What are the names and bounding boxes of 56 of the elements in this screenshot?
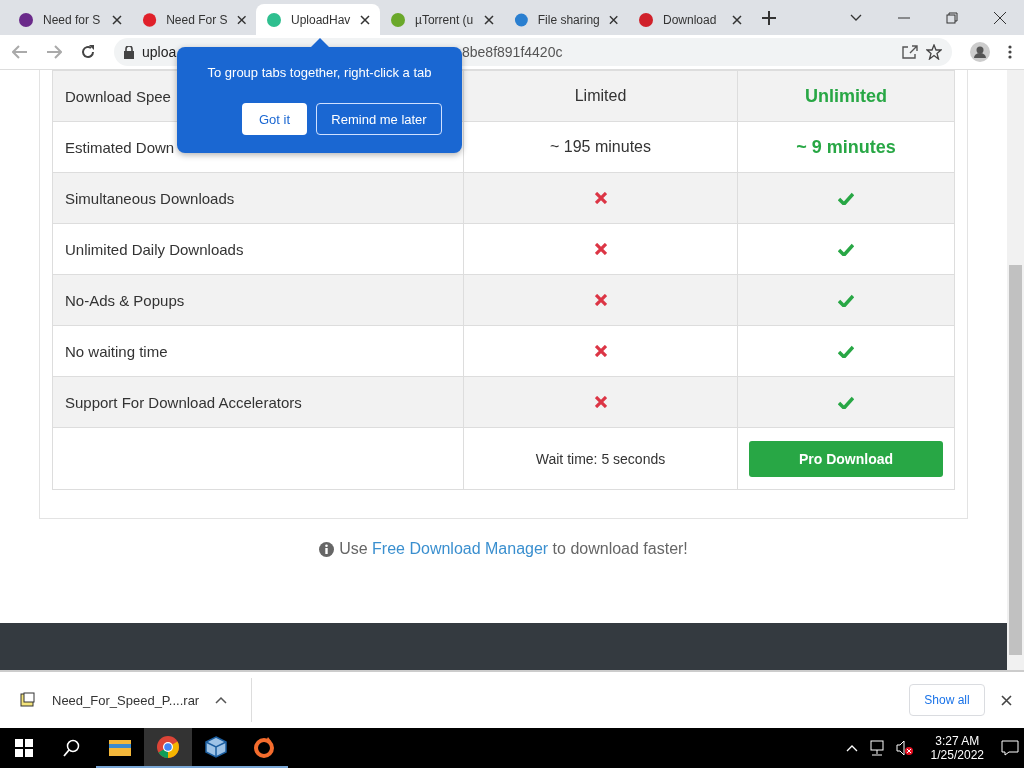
windows-start-icon[interactable] <box>15 739 33 757</box>
show-all-button[interactable]: Show all <box>909 684 985 716</box>
close-icon[interactable] <box>732 14 742 25</box>
close-icon[interactable] <box>112 14 122 25</box>
browser-tab[interactable]: UploadHav <box>256 4 380 35</box>
new-tab-icon[interactable] <box>762 10 776 25</box>
minimize-icon[interactable] <box>898 16 910 19</box>
table-cell: Support For Download Accelerators <box>53 377 464 427</box>
close-icon[interactable] <box>484 14 494 25</box>
download-manager-link[interactable]: Free Download Manager <box>372 540 549 557</box>
close-icon[interactable] <box>1001 694 1012 706</box>
remind-later-button[interactable]: Remind me later <box>316 103 442 135</box>
close-icon[interactable] <box>994 11 1006 24</box>
menu-icon[interactable] <box>1008 45 1012 59</box>
table-cell-text: ~ 9 minutes <box>795 135 897 159</box>
tab-favicon-icon <box>514 11 529 28</box>
wait-time-text: Wait time: 5 seconds <box>464 428 738 489</box>
table-cell: Limited <box>464 71 738 121</box>
clock-time[interactable]: 3:27 AM <box>935 734 980 748</box>
lock-icon <box>124 45 134 59</box>
search-icon[interactable] <box>63 739 81 757</box>
close-icon[interactable] <box>236 14 246 25</box>
browser-tab[interactable]: Need for S <box>8 4 132 35</box>
download-file-name[interactable]: Need_For_Speed_P....rar <box>52 692 200 708</box>
close-icon[interactable] <box>608 14 618 25</box>
info-icon <box>319 541 335 557</box>
browser-tab[interactable]: Download <box>628 4 752 35</box>
restore-icon[interactable] <box>946 11 958 24</box>
browser-tab[interactable]: Need For S <box>132 4 256 35</box>
table-cell-text: Unlimited <box>804 84 888 108</box>
scrollbar[interactable] <box>1007 70 1024 670</box>
scrollbar-thumb[interactable] <box>1009 265 1022 655</box>
browser-tab[interactable]: File sharing <box>504 4 628 35</box>
profile-icon[interactable] <box>970 42 990 62</box>
reload-icon[interactable] <box>80 44 96 60</box>
muted-speaker-icon[interactable] <box>895 740 914 756</box>
table-cell: Simultaneous Downloads <box>53 173 464 223</box>
close-icon[interactable] <box>360 14 370 25</box>
chevron-down-icon[interactable] <box>850 13 862 22</box>
browser-tab[interactable]: µTorrent (u <box>380 4 504 35</box>
tab-favicon-icon <box>390 11 406 28</box>
note-text: Use Free Download Manager to download faster! <box>339 540 688 558</box>
share-icon[interactable] <box>902 45 918 59</box>
tab-favicon-icon <box>638 11 654 28</box>
clock-date[interactable]: 1/25/2022 <box>930 748 984 762</box>
tab-favicon-icon <box>142 11 158 28</box>
chevron-up-icon[interactable] <box>215 696 228 704</box>
star-icon[interactable] <box>926 44 942 60</box>
network-icon[interactable] <box>867 740 886 756</box>
tab-favicon-icon <box>18 11 34 28</box>
table-cell: No-Ads & Popups <box>53 275 464 325</box>
archive-file-icon <box>20 692 36 708</box>
notification-icon[interactable] <box>1001 740 1019 756</box>
tab-favicon-icon <box>266 11 282 28</box>
got-it-button[interactable]: Got it <box>242 103 307 135</box>
chrome-app-icon[interactable] <box>144 728 192 768</box>
